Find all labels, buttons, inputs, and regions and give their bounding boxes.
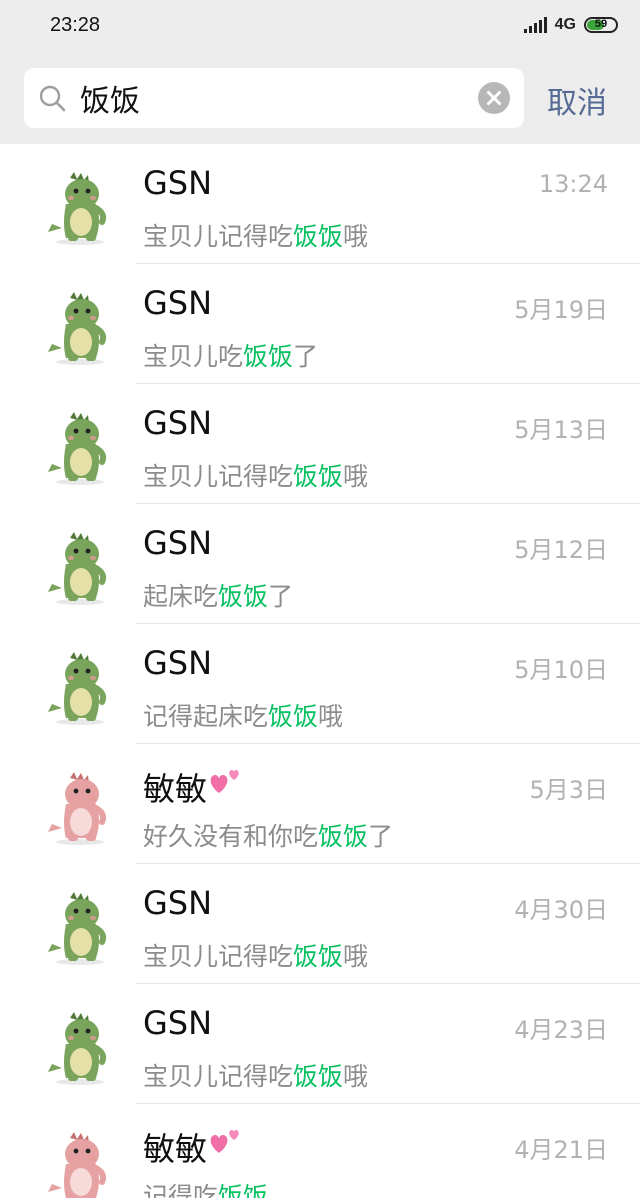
search-screen: 23:28 4G 59 取消	[0, 0, 640, 1198]
result-item[interactable]: 敏敏 4月21日记得吃饭饭	[0, 1104, 640, 1198]
keyword-highlight: 饭饭	[268, 702, 319, 731]
contact-name-row: GSN	[143, 284, 212, 322]
message-date: 13:24	[538, 170, 608, 198]
contact-name-row: GSN	[143, 524, 212, 562]
keyword-highlight: 饭饭	[218, 1182, 269, 1198]
keyword-highlight: 饭饭	[318, 822, 369, 851]
network-type: 4G	[554, 16, 576, 33]
contact-name-row: GSN	[143, 644, 212, 682]
result-item[interactable]: GSN 4月23日宝贝儿记得吃饭饭哦	[0, 984, 640, 1104]
contact-name: GSN	[143, 164, 213, 202]
pink-dinosaur-avatar	[48, 772, 107, 845]
green-dinosaur-avatar	[48, 532, 107, 605]
message-preview: 记得吃饭饭	[143, 1177, 268, 1198]
clear-search-button[interactable]	[478, 82, 510, 114]
battery-icon: 59	[584, 17, 618, 33]
message-date: 5月13日	[514, 416, 608, 444]
preview-text-after: 哦	[343, 942, 369, 971]
preview-text-after: 哦	[343, 222, 369, 251]
message-date: 5月12日	[514, 536, 608, 564]
message-date: 4月30日	[514, 896, 608, 924]
contact-name-row: 敏敏	[143, 1124, 243, 1170]
preview-text-after: 了	[293, 342, 319, 371]
message-preview: 宝贝儿记得吃饭饭哦	[143, 1057, 368, 1093]
contact-name: GSN	[143, 1004, 213, 1042]
signal-icon	[523, 17, 547, 33]
message-date: 4月21日	[514, 1136, 608, 1164]
search-icon	[39, 85, 66, 112]
message-date: 4月23日	[514, 1016, 608, 1044]
contact-name: 敏敏	[143, 770, 208, 808]
contact-name: 敏敏	[143, 1130, 208, 1168]
hearts-emoji-icon	[210, 1130, 239, 1153]
preview-text-before: 宝贝儿记得吃	[143, 1062, 294, 1091]
result-item[interactable]: GSN 5月19日宝贝儿吃饭饭了	[0, 264, 640, 384]
preview-text-after: 了	[368, 822, 394, 851]
green-dinosaur-avatar	[48, 652, 107, 725]
message-preview: 宝贝儿吃饭饭了	[143, 337, 318, 373]
contact-name: GSN	[143, 284, 213, 322]
preview-text-after: 了	[268, 582, 294, 611]
preview-text-before: 宝贝儿吃	[143, 342, 244, 371]
message-preview: 好久没有和你吃饭饭了	[143, 817, 393, 853]
pink-dinosaur-avatar	[48, 1132, 107, 1198]
cancel-button[interactable]: 取消	[547, 78, 607, 122]
preview-text-before: 宝贝儿记得吃	[143, 222, 294, 251]
contact-name-row: GSN	[143, 1004, 212, 1042]
keyword-highlight: 饭饭	[293, 1062, 344, 1091]
hearts-emoji-icon	[210, 770, 239, 793]
close-icon	[487, 91, 501, 105]
preview-text-before: 记得吃	[143, 1182, 219, 1198]
preview-text-after: 哦	[318, 702, 344, 731]
search-input[interactable]	[80, 78, 460, 118]
status-time: 23:28	[50, 14, 101, 36]
message-preview: 起床吃饭饭了	[143, 577, 293, 613]
contact-name: GSN	[143, 524, 213, 562]
result-item[interactable]: 敏敏 5月3日好久没有和你吃饭饭了	[0, 744, 640, 864]
contact-name: GSN	[143, 884, 213, 922]
preview-text-after: 哦	[343, 1062, 369, 1091]
keyword-highlight: 饭饭	[293, 462, 344, 491]
status-bar: 23:28 4G 59	[0, 0, 640, 56]
preview-text-before: 宝贝儿记得吃	[143, 462, 294, 491]
message-date: 5月3日	[529, 776, 608, 804]
search-results-list: GSN 13:24 宝贝儿记得吃饭饭哦 GSN 5月19日 宝贝儿吃饭饭了 GSN 5月1…	[0, 144, 640, 1198]
contact-name: GSN	[143, 644, 213, 682]
battery-percent: 59	[594, 18, 608, 30]
contact-name-row: GSN	[143, 404, 212, 442]
preview-text-before: 好久没有和你吃	[143, 822, 319, 851]
preview-text-after: 哦	[343, 462, 369, 491]
keyword-highlight: 饭饭	[218, 582, 269, 611]
contact-name: GSN	[143, 404, 213, 442]
status-indicators: 4G 59	[523, 16, 618, 34]
search-box[interactable]	[24, 68, 524, 128]
contact-name-row: GSN	[143, 164, 212, 202]
preview-text-before: 记得起床吃	[143, 702, 269, 731]
green-dinosaur-avatar	[48, 412, 107, 485]
message-preview: 宝贝儿记得吃饭饭哦	[143, 937, 368, 973]
message-date: 5月10日	[514, 656, 608, 684]
preview-text-before: 宝贝儿记得吃	[143, 942, 294, 971]
search-header: 取消	[0, 56, 640, 144]
preview-text-before: 起床吃	[143, 582, 219, 611]
green-dinosaur-avatar	[48, 292, 107, 365]
message-preview: 宝贝儿记得吃饭饭哦	[143, 217, 368, 253]
result-item[interactable]: GSN 5月10日记得起床吃饭饭哦	[0, 624, 640, 744]
green-dinosaur-avatar	[48, 892, 107, 965]
keyword-highlight: 饭饭	[243, 342, 294, 371]
message-preview: 宝贝儿记得吃饭饭哦	[143, 457, 368, 493]
keyword-highlight: 饭饭	[293, 942, 344, 971]
green-dinosaur-avatar	[48, 1012, 107, 1085]
message-preview: 记得起床吃饭饭哦	[143, 697, 343, 733]
green-dinosaur-avatar	[48, 172, 107, 245]
result-item[interactable]: GSN 4月30日宝贝儿记得吃饭饭哦	[0, 864, 640, 984]
result-item[interactable]: GSN 5月13日宝贝儿记得吃饭饭哦	[0, 384, 640, 504]
message-date: 5月19日	[514, 296, 608, 324]
result-item[interactable]: GSN 13:24 宝贝儿记得吃饭饭哦	[0, 144, 640, 264]
contact-name-row: GSN	[143, 884, 212, 922]
contact-name-row: 敏敏	[143, 764, 243, 810]
result-item[interactable]: GSN 5月12日起床吃饭饭了	[0, 504, 640, 624]
keyword-highlight: 饭饭	[293, 222, 344, 251]
